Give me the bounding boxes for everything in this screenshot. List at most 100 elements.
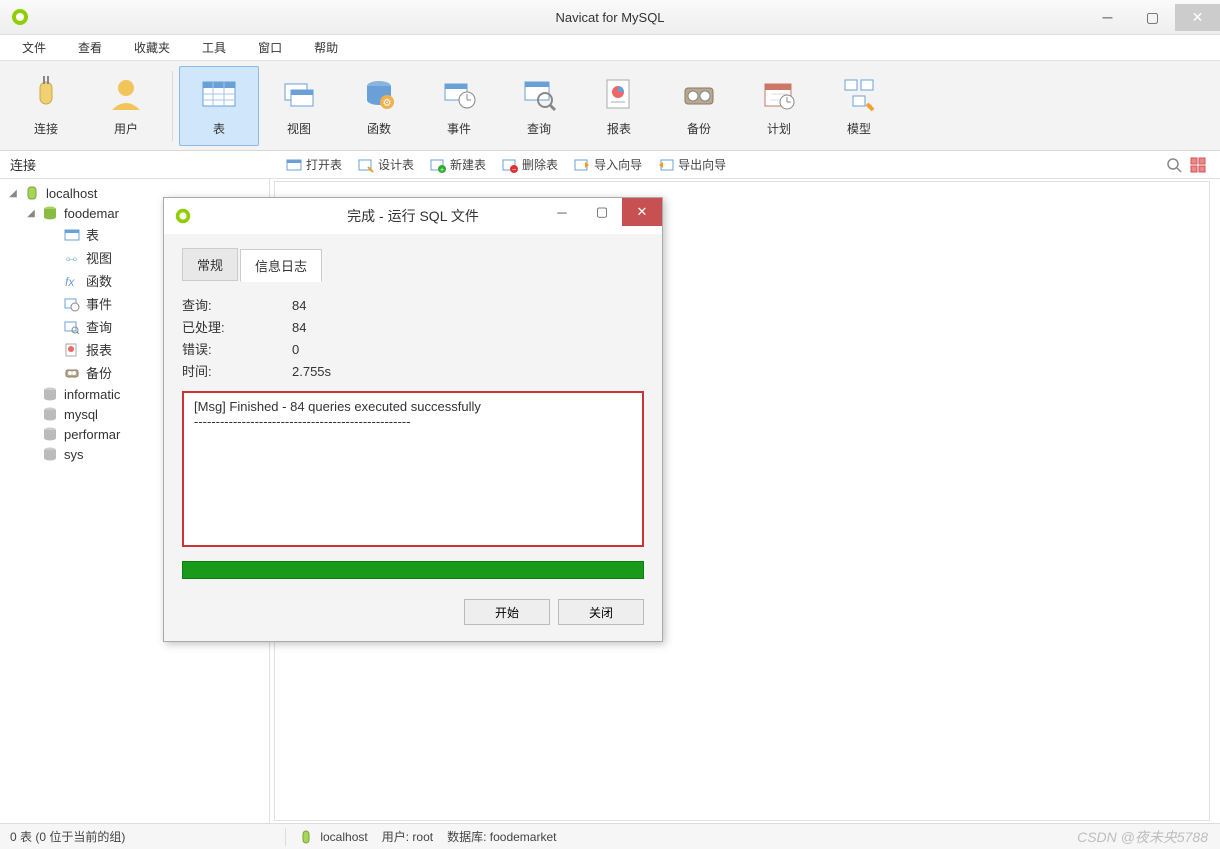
status-separator bbox=[285, 828, 286, 846]
sub-label: 导出向导 bbox=[678, 156, 726, 173]
grid-view-icon[interactable] bbox=[1190, 157, 1206, 173]
backup-icon bbox=[679, 74, 719, 114]
table-icon bbox=[199, 74, 239, 114]
database-icon bbox=[42, 386, 58, 402]
sidebar-header: 连接 bbox=[0, 151, 270, 178]
caret-down-icon: ◢ bbox=[26, 208, 36, 219]
report-button[interactable]: 报表 bbox=[579, 66, 659, 146]
minimize-button[interactable]: ─ bbox=[1085, 4, 1130, 31]
dialog-tabs: 常规 信息日志 bbox=[182, 248, 644, 281]
progress-bar bbox=[182, 561, 644, 579]
database-icon bbox=[42, 406, 58, 422]
svg-text:fx: fx bbox=[65, 275, 75, 289]
toolbar-label: 表 bbox=[213, 120, 225, 137]
model-button[interactable]: 模型 bbox=[819, 66, 899, 146]
main-toolbar: 连接 用户 表 视图 ⚙ 函数 事件 查询 报表 bbox=[0, 61, 1220, 151]
status-db: foodemarket bbox=[490, 830, 557, 844]
dialog-close-button[interactable]: ✕ bbox=[622, 198, 662, 226]
tab-log[interactable]: 信息日志 bbox=[240, 249, 322, 282]
tree-label: 表 bbox=[86, 225, 99, 244]
toolbar-label: 函数 bbox=[367, 120, 391, 137]
connection-icon bbox=[298, 829, 314, 845]
tree-label: foodemar bbox=[64, 206, 119, 221]
import-wizard-button[interactable]: 导入向导 bbox=[568, 154, 648, 175]
menu-file[interactable]: 文件 bbox=[8, 35, 60, 60]
schedule-button[interactable]: 计划 bbox=[739, 66, 819, 146]
user-icon bbox=[106, 74, 146, 114]
dialog-app-icon bbox=[174, 207, 192, 225]
log-separator: ----------------------------------------… bbox=[194, 414, 632, 429]
import-wizard-icon bbox=[574, 157, 590, 173]
maximize-button[interactable]: ▢ bbox=[1130, 4, 1175, 31]
new-table-button[interactable]: +新建表 bbox=[424, 154, 492, 175]
export-wizard-button[interactable]: 导出向导 bbox=[652, 154, 732, 175]
menu-bar: 文件 查看 收藏夹 工具 窗口 帮助 bbox=[0, 35, 1220, 61]
delete-table-button[interactable]: −删除表 bbox=[496, 154, 564, 175]
backup-button[interactable]: 备份 bbox=[659, 66, 739, 146]
menu-view[interactable]: 查看 bbox=[64, 35, 116, 60]
info-val: 0 bbox=[292, 339, 299, 361]
plug-icon bbox=[26, 74, 66, 114]
status-db-label: 数据库: bbox=[447, 828, 486, 845]
tree-label: 事件 bbox=[86, 294, 112, 313]
tab-general[interactable]: 常规 bbox=[182, 248, 238, 281]
function-button[interactable]: ⚙ 函数 bbox=[339, 66, 419, 146]
open-table-button[interactable]: 打开表 bbox=[280, 154, 348, 175]
database-icon bbox=[42, 446, 58, 462]
close-button[interactable]: ✕ bbox=[1175, 4, 1220, 31]
dialog-info: 查询:84 已处理:84 错误:0 时间:2.755s bbox=[182, 295, 644, 383]
delete-table-icon: − bbox=[502, 157, 518, 173]
query-button[interactable]: 查询 bbox=[499, 66, 579, 146]
dialog-title-bar[interactable]: 完成 - 运行 SQL 文件 ─ ▢ ✕ bbox=[164, 198, 662, 234]
watermark: CSDN @夜未央5788 bbox=[1077, 827, 1208, 847]
menu-window[interactable]: 窗口 bbox=[244, 35, 296, 60]
table-button[interactable]: 表 bbox=[179, 66, 259, 146]
sub-label: 新建表 bbox=[450, 156, 486, 173]
menu-help[interactable]: 帮助 bbox=[300, 35, 352, 60]
new-table-icon: + bbox=[430, 157, 446, 173]
sub-label: 导入向导 bbox=[594, 156, 642, 173]
info-val: 84 bbox=[292, 295, 306, 317]
menu-tools[interactable]: 工具 bbox=[188, 35, 240, 60]
toolbar-label: 视图 bbox=[287, 120, 311, 137]
tree-label: informatic bbox=[64, 387, 120, 402]
tree-label: localhost bbox=[46, 186, 97, 201]
query-icon bbox=[64, 319, 80, 335]
app-icon bbox=[10, 7, 30, 27]
start-button[interactable]: 开始 bbox=[464, 599, 550, 625]
design-table-button[interactable]: 设计表 bbox=[352, 154, 420, 175]
open-table-icon bbox=[286, 157, 302, 173]
table-icon bbox=[64, 227, 80, 243]
user-button[interactable]: 用户 bbox=[86, 66, 166, 146]
status-user-label: 用户: bbox=[382, 828, 409, 845]
view-icon bbox=[279, 74, 319, 114]
connection-button[interactable]: 连接 bbox=[6, 66, 86, 146]
toolbar-label: 模型 bbox=[847, 120, 871, 137]
svg-text:−: − bbox=[512, 167, 516, 173]
search-icon[interactable] bbox=[1166, 157, 1182, 173]
toolbar-separator bbox=[172, 71, 173, 141]
info-key: 已处理: bbox=[182, 317, 292, 339]
close-dialog-button[interactable]: 关闭 bbox=[558, 599, 644, 625]
menu-favorites[interactable]: 收藏夹 bbox=[120, 35, 184, 60]
toolbar-label: 备份 bbox=[687, 120, 711, 137]
log-message: [Msg] Finished - 84 queries executed suc… bbox=[194, 399, 632, 414]
toolbar-label: 连接 bbox=[34, 120, 58, 137]
status-connection: localhost bbox=[320, 830, 367, 844]
tree-label: performar bbox=[64, 427, 120, 442]
caret-down-icon: ◢ bbox=[8, 188, 18, 199]
info-key: 查询: bbox=[182, 295, 292, 317]
event-button[interactable]: 事件 bbox=[419, 66, 499, 146]
database-icon bbox=[42, 426, 58, 442]
view-button[interactable]: 视图 bbox=[259, 66, 339, 146]
log-box[interactable]: [Msg] Finished - 84 queries executed suc… bbox=[182, 391, 644, 547]
dialog-maximize-button[interactable]: ▢ bbox=[582, 198, 622, 226]
schedule-icon bbox=[759, 74, 799, 114]
dialog-minimize-button[interactable]: ─ bbox=[542, 198, 582, 226]
svg-text:⧟: ⧟ bbox=[66, 253, 77, 265]
backup-icon bbox=[64, 365, 80, 381]
sub-label: 删除表 bbox=[522, 156, 558, 173]
tree-label: 报表 bbox=[86, 340, 112, 359]
tree-label: 备份 bbox=[86, 363, 112, 382]
model-icon bbox=[839, 74, 879, 114]
